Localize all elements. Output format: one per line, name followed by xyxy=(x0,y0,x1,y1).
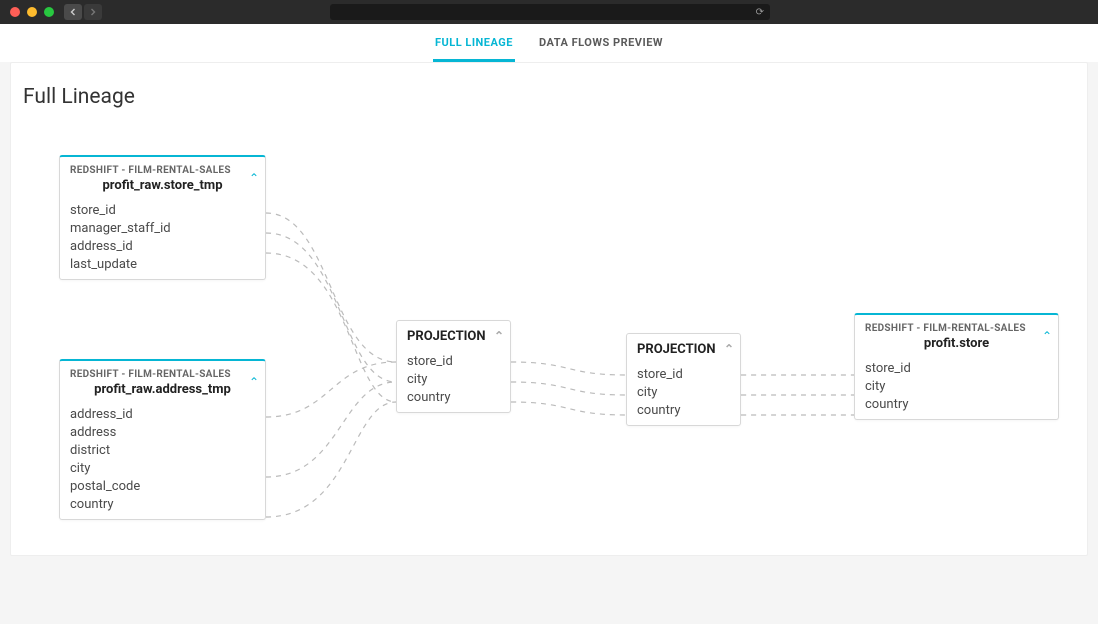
node-header: REDSHIFT - FILM-RENTAL-SALES profit_raw.… xyxy=(60,157,265,199)
close-window-button[interactable] xyxy=(10,7,20,17)
window-controls xyxy=(10,7,54,17)
node-fields: store_id manager_staff_id address_id las… xyxy=(60,199,265,279)
field-item[interactable]: city xyxy=(855,377,1058,395)
tab-data-flows-preview[interactable]: DATA FLOWS PREVIEW xyxy=(537,24,665,62)
field-item[interactable]: manager_staff_id xyxy=(60,219,265,237)
lineage-page: Full Lineage REDSHIFT - FILM-RENTAL-SALE… xyxy=(10,62,1088,556)
chevron-up-icon[interactable]: ⌃ xyxy=(249,171,259,185)
field-item[interactable]: store_id xyxy=(627,365,740,383)
node-fields: store_id city country xyxy=(855,357,1058,419)
field-item[interactable]: address_id xyxy=(60,405,265,423)
field-item[interactable]: postal_code xyxy=(60,477,265,495)
back-button[interactable] xyxy=(64,4,82,20)
address-bar[interactable]: ⟳ xyxy=(330,4,770,20)
node-projection-2[interactable]: PROJECTION ⌃ store_id city country xyxy=(626,333,741,426)
node-source-label: REDSHIFT - FILM-RENTAL-SALES xyxy=(70,369,255,380)
node-title: PROJECTION ⌃ xyxy=(397,321,510,350)
chevron-up-icon[interactable]: ⌃ xyxy=(494,329,504,343)
field-item[interactable]: store_id xyxy=(855,359,1058,377)
node-title-text: PROJECTION xyxy=(637,342,716,357)
nav-buttons xyxy=(64,4,102,20)
lineage-canvas[interactable]: REDSHIFT - FILM-RENTAL-SALES profit_raw.… xyxy=(11,113,1087,555)
field-item[interactable]: store_id xyxy=(60,201,265,219)
chevron-up-icon[interactable]: ⌃ xyxy=(1042,329,1052,343)
field-item[interactable]: store_id xyxy=(397,352,510,370)
field-item[interactable]: city xyxy=(397,370,510,388)
chevron-up-icon[interactable]: ⌃ xyxy=(249,375,259,389)
field-item[interactable]: address xyxy=(60,423,265,441)
node-fields: store_id city country xyxy=(397,350,510,412)
node-fields: address_id address district city postal_… xyxy=(60,403,265,519)
maximize-window-button[interactable] xyxy=(44,7,54,17)
field-item[interactable]: last_update xyxy=(60,255,265,273)
forward-button[interactable] xyxy=(84,4,102,20)
page-title: Full Lineage xyxy=(23,85,1075,109)
field-item[interactable]: country xyxy=(397,388,510,406)
field-item[interactable]: address_id xyxy=(60,237,265,255)
browser-chrome: ⟳ xyxy=(0,0,1098,24)
node-address-tmp[interactable]: REDSHIFT - FILM-RENTAL-SALES profit_raw.… xyxy=(59,359,266,520)
node-projection-1[interactable]: PROJECTION ⌃ store_id city country xyxy=(396,320,511,413)
field-item[interactable]: city xyxy=(60,459,265,477)
node-header: REDSHIFT - FILM-RENTAL-SALES profit_raw.… xyxy=(60,361,265,403)
node-fields: store_id city country xyxy=(627,363,740,425)
minimize-window-button[interactable] xyxy=(27,7,37,17)
node-source-label: REDSHIFT - FILM-RENTAL-SALES xyxy=(865,323,1048,334)
node-profit-store[interactable]: REDSHIFT - FILM-RENTAL-SALES profit.stor… xyxy=(854,313,1059,420)
node-title: PROJECTION ⌃ xyxy=(627,334,740,363)
field-item[interactable]: district xyxy=(60,441,265,459)
lineage-tabs: FULL LINEAGE DATA FLOWS PREVIEW xyxy=(0,24,1098,62)
node-name: profit.store xyxy=(865,336,1048,351)
field-item[interactable]: country xyxy=(855,395,1058,413)
field-item[interactable]: country xyxy=(627,401,740,419)
node-source-label: REDSHIFT - FILM-RENTAL-SALES xyxy=(70,165,255,176)
node-title-text: PROJECTION xyxy=(407,329,486,344)
node-name: profit_raw.address_tmp xyxy=(70,382,255,397)
node-header: REDSHIFT - FILM-RENTAL-SALES profit.stor… xyxy=(855,315,1058,357)
reload-icon[interactable]: ⟳ xyxy=(756,7,764,18)
chevron-up-icon[interactable]: ⌃ xyxy=(724,342,734,356)
tab-full-lineage[interactable]: FULL LINEAGE xyxy=(433,24,515,62)
field-item[interactable]: country xyxy=(60,495,265,513)
node-name: profit_raw.store_tmp xyxy=(70,178,255,193)
node-store-tmp[interactable]: REDSHIFT - FILM-RENTAL-SALES profit_raw.… xyxy=(59,155,266,280)
field-item[interactable]: city xyxy=(627,383,740,401)
